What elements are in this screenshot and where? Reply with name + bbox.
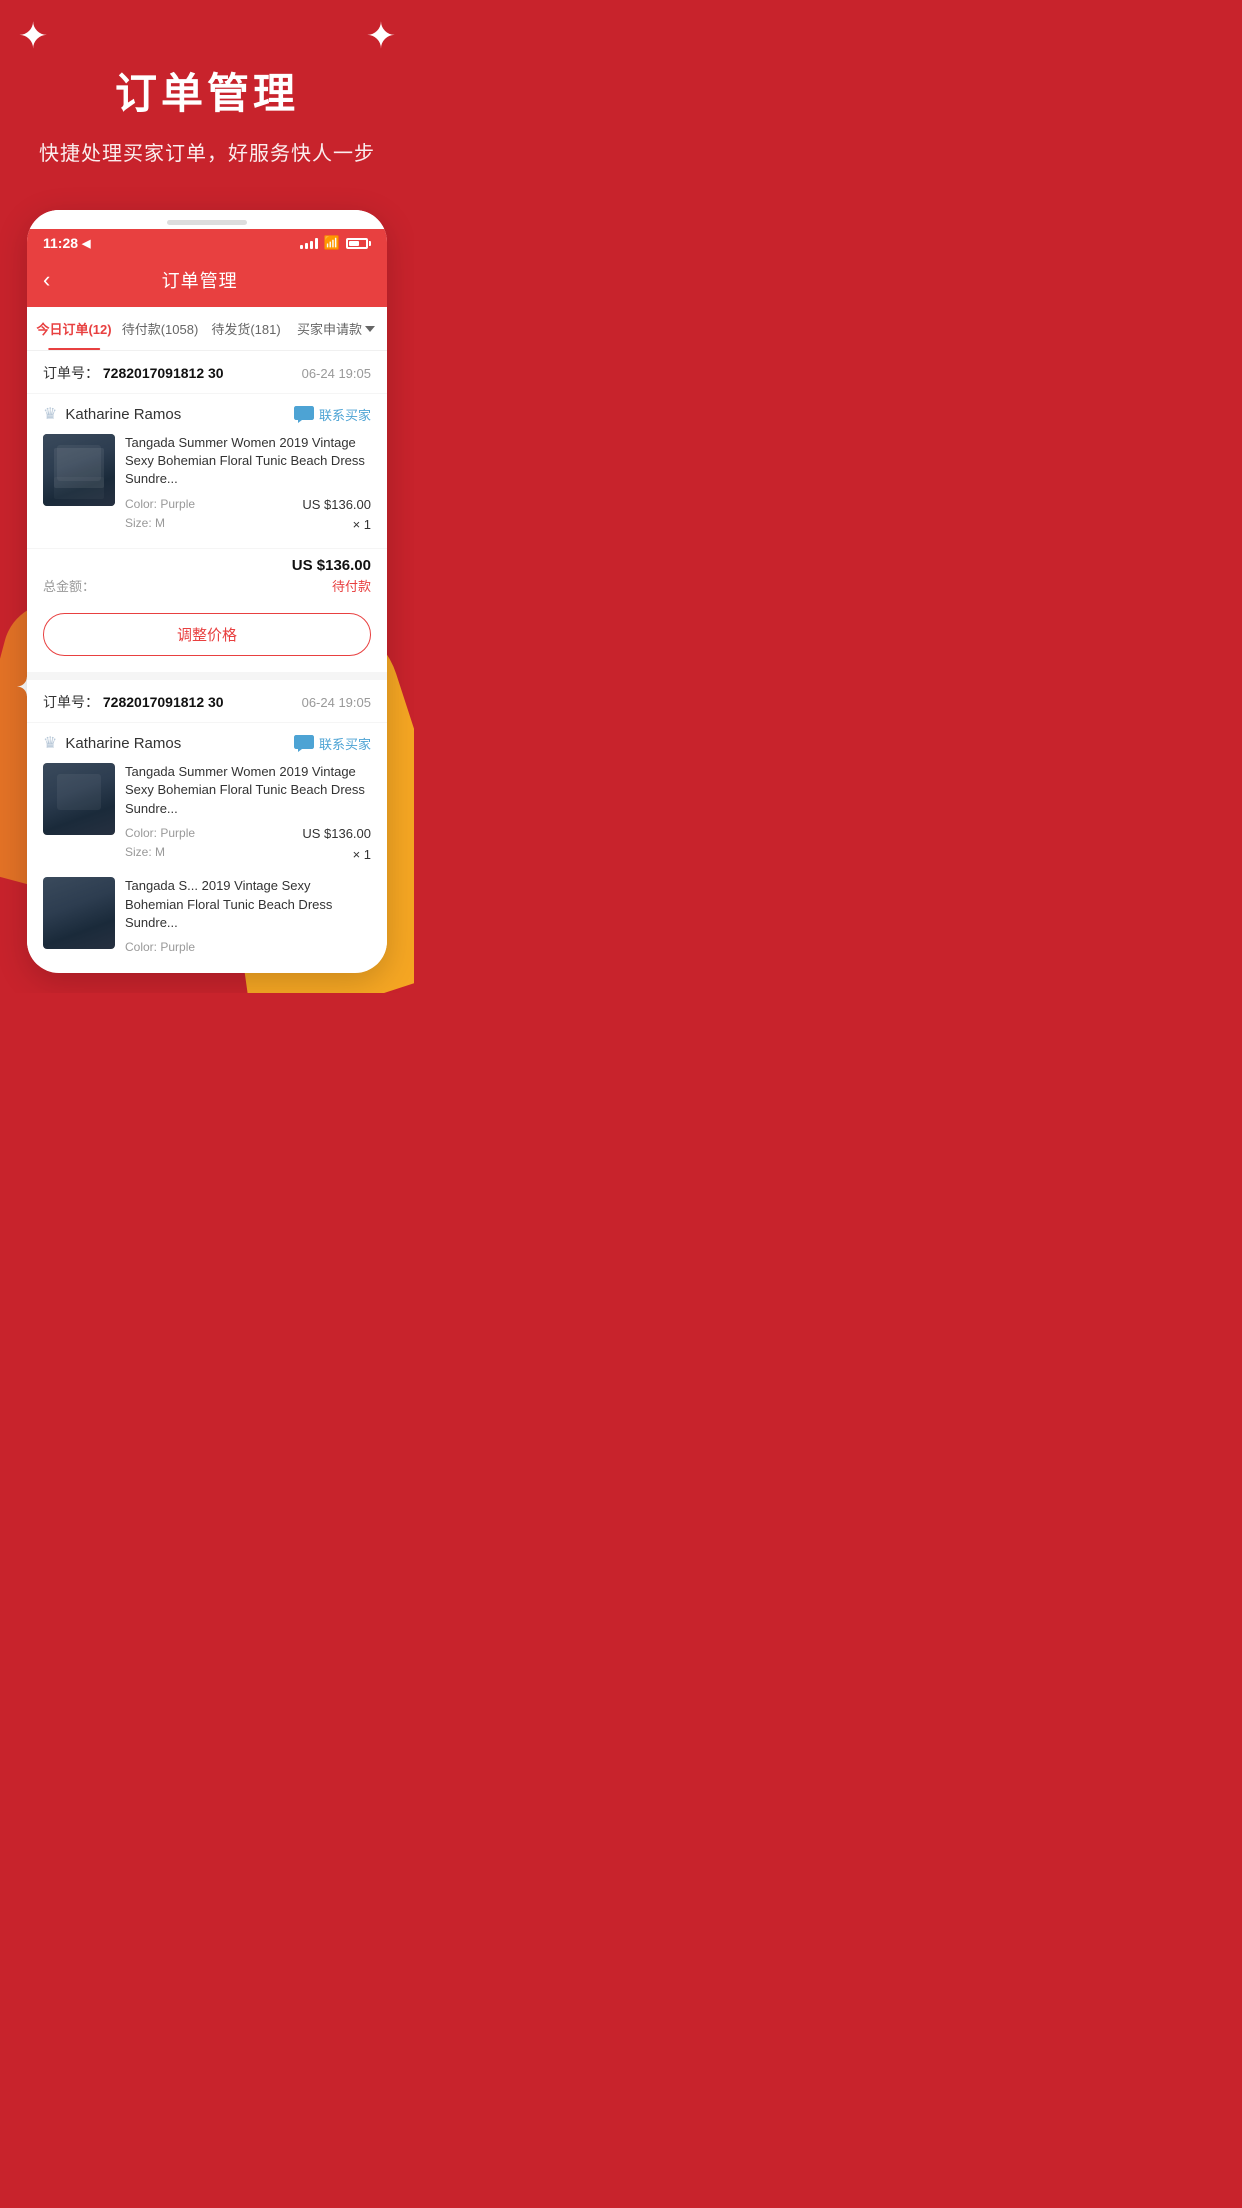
- battery-icon: [346, 238, 371, 249]
- order-header-1: 订单号： 7282017091812 30 06-24 19:05: [27, 351, 387, 394]
- product-img-placeholder-1: [43, 434, 115, 506]
- product-image-1: [43, 434, 115, 506]
- signal-icon: [300, 237, 318, 249]
- product-variants-1: Color: Purple Size: M: [125, 495, 195, 533]
- total-label-1: 总金额：: [43, 576, 95, 595]
- product-variants-3-partial: Color: Purple: [125, 938, 371, 957]
- page-sub-title: 快捷处理买家订单，好服务快人一步: [20, 137, 394, 166]
- header-section: 订单管理 快捷处理买家订单，好服务快人一步: [0, 0, 414, 186]
- payment-status-1: 待付款: [292, 576, 371, 595]
- tab-today-orders[interactable]: 今日订单(12): [31, 307, 117, 350]
- product-attrs-2: Color: Purple Size: M US $136.00 × 1: [125, 824, 371, 866]
- status-bar: 11:28 ◀ 📶: [27, 229, 387, 257]
- order-number-2: 订单号： 7282017091812 30: [43, 692, 224, 712]
- product-name-3-partial: Tangada S... 2019 Vintage Sexy Bohemian …: [125, 877, 371, 932]
- phone-mockup: 11:28 ◀ 📶 ‹: [27, 210, 387, 973]
- product-variants-2: Color: Purple Size: M: [125, 824, 195, 862]
- dropdown-arrow-icon: [365, 326, 375, 332]
- product-row-3-partial: Tangada S... 2019 Vintage Sexy Bohemian …: [27, 877, 387, 965]
- app-container: ✦ ✦ ✦ 订单管理 快捷处理买家订单，好服务快人一步 11:28 ◀: [0, 0, 414, 993]
- notch-bar: [167, 220, 247, 225]
- order-number-1: 订单号： 7282017091812 30: [43, 363, 224, 383]
- page-main-title: 订单管理: [20, 60, 394, 121]
- order-footer-1: 总金额： US $136.00 待付款: [27, 548, 387, 605]
- nav-bar: ‹ 订单管理: [27, 257, 387, 307]
- product-row-2: Tangada Summer Women 2019 Vintage Sexy B…: [27, 763, 387, 877]
- status-icons: 📶: [300, 235, 371, 251]
- wifi-icon: 📶: [324, 235, 340, 251]
- product-name-1: Tangada Summer Women 2019 Vintage Sexy B…: [125, 434, 371, 489]
- product-row-1: Tangada Summer Women 2019 Vintage Sexy B…: [27, 434, 387, 548]
- product-img-placeholder-3: [43, 877, 115, 949]
- buyer-name-2: Katharine Ramos: [65, 735, 181, 752]
- product-details-1: Tangada Summer Women 2019 Vintage Sexy B…: [125, 434, 371, 536]
- order-card-2: 订单号： 7282017091812 30 06-24 19:05 ♛ Kath…: [27, 680, 387, 965]
- product-details-3-partial: Tangada S... 2019 Vintage Sexy Bohemian …: [125, 877, 371, 957]
- location-icon: ◀: [82, 237, 90, 250]
- buyer-row-1: ♛ Katharine Ramos 联系买家: [27, 394, 387, 434]
- phone-notch: [27, 210, 387, 229]
- total-amount-1: US $136.00: [292, 557, 371, 574]
- status-time: 11:28 ◀: [43, 235, 91, 251]
- tab-pending-shipment[interactable]: 待发货(181): [203, 307, 289, 350]
- crown-icon-1: ♛: [43, 404, 57, 424]
- adjust-price-button-1[interactable]: 调整价格: [43, 613, 371, 656]
- buyer-info-1: ♛ Katharine Ramos: [43, 404, 181, 424]
- product-details-2: Tangada Summer Women 2019 Vintage Sexy B…: [125, 763, 371, 865]
- product-price-2: US $136.00 × 1: [302, 824, 371, 866]
- back-button[interactable]: ‹: [43, 269, 50, 291]
- product-price-1: US $136.00 × 1: [302, 495, 371, 537]
- tabs-bar: 今日订单(12) 待付款(1058) 待发货(181) 买家申请款: [27, 307, 387, 351]
- product-attrs-1: Color: Purple Size: M US $136.00 × 1: [125, 495, 371, 537]
- contact-buyer-button-1[interactable]: 联系买家: [294, 404, 371, 424]
- buyer-name-1: Katharine Ramos: [65, 406, 181, 423]
- chat-icon-2: [294, 733, 314, 753]
- buyer-row-2: ♛ Katharine Ramos 联系买家: [27, 723, 387, 763]
- tab-pending-payment[interactable]: 待付款(1058): [117, 307, 203, 350]
- contact-buyer-button-2[interactable]: 联系买家: [294, 733, 371, 753]
- product-img-placeholder-2: [43, 763, 115, 835]
- total-right-1: US $136.00 待付款: [292, 557, 371, 595]
- buyer-info-2: ♛ Katharine Ramos: [43, 733, 181, 753]
- crown-icon-2: ♛: [43, 733, 57, 753]
- product-image-3-partial: [43, 877, 115, 949]
- tab-more-dropdown[interactable]: 买家申请款: [289, 307, 383, 350]
- product-image-2: [43, 763, 115, 835]
- product-name-2: Tangada Summer Women 2019 Vintage Sexy B…: [125, 763, 371, 818]
- order-time-2: 06-24 19:05: [302, 695, 371, 710]
- order-card-1: 订单号： 7282017091812 30 06-24 19:05 ♛ Kath…: [27, 351, 387, 656]
- chat-icon-1: [294, 404, 314, 424]
- order-time-1: 06-24 19:05: [302, 366, 371, 381]
- order-header-2: 订单号： 7282017091812 30 06-24 19:05: [27, 680, 387, 723]
- nav-title: 订单管理: [50, 267, 349, 293]
- card-separator: [27, 672, 387, 680]
